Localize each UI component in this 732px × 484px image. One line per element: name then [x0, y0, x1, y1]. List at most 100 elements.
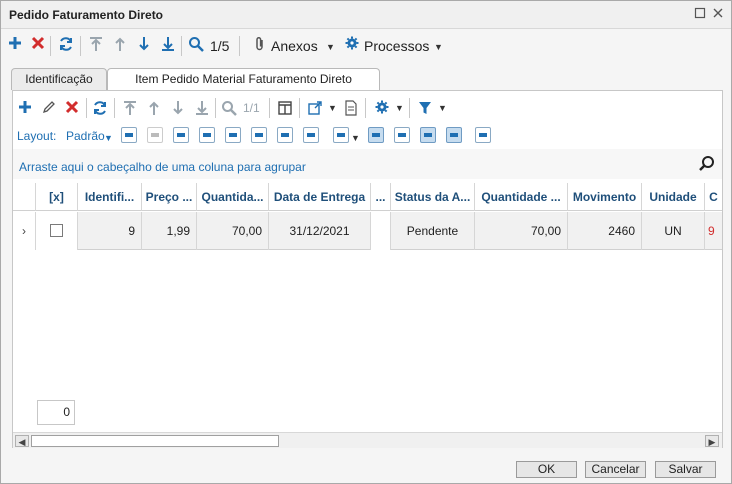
last-record-icon[interactable] — [159, 36, 177, 54]
table-row[interactable]: › 9 1,99 70,00 31/12/2021 Pendente 70,00… — [13, 212, 722, 250]
row-indicator[interactable]: › — [13, 212, 36, 250]
tab-identificacao[interactable]: Identificação — [11, 68, 107, 90]
layout-btn-new[interactable] — [121, 127, 137, 143]
toolbar-separator — [365, 98, 366, 118]
next-record-icon[interactable] — [135, 36, 153, 54]
item-panel: 1/1 ▼ ▼ ▼ Layout: Padrão ▼ ▼ Arraste aqu… — [12, 90, 723, 448]
scroll-right-icon[interactable]: ▶ — [705, 435, 719, 447]
previous-record-icon[interactable] — [146, 100, 162, 116]
ok-button[interactable]: OK — [516, 461, 577, 478]
attachment-icon[interactable] — [251, 36, 269, 54]
processos-menu[interactable]: Processos — [364, 38, 429, 54]
header-extra[interactable]: C — [705, 183, 722, 211]
row-indicator-header — [13, 183, 36, 211]
layout-select[interactable]: Padrão — [66, 129, 105, 143]
toolbar-separator — [409, 98, 410, 118]
grid-search-icon[interactable] — [698, 155, 716, 173]
layout-btn-grid[interactable] — [446, 127, 462, 143]
settings-dropdown-icon[interactable]: ▼ — [395, 103, 404, 113]
cell-status: Pendente — [391, 212, 475, 250]
sub-toolbar: 1/1 ▼ ▼ ▼ — [13, 97, 722, 119]
export-icon[interactable] — [307, 100, 323, 116]
maximize-icon[interactable] — [693, 7, 707, 21]
cell-quantidade-2: 70,00 — [475, 212, 568, 250]
report-icon[interactable] — [343, 100, 359, 116]
delete-icon[interactable] — [29, 36, 47, 54]
header-collapsed[interactable]: ... — [371, 183, 391, 211]
export-dropdown-icon[interactable]: ▼ — [328, 103, 337, 113]
last-record-icon[interactable] — [194, 100, 210, 116]
delete-icon[interactable] — [64, 100, 80, 116]
header-quantidade[interactable]: Quantida... — [197, 183, 269, 211]
layout-btn-import[interactable] — [225, 127, 241, 143]
tab-item-pedido[interactable]: Item Pedido Material Faturamento Direto — [107, 68, 380, 90]
next-record-icon[interactable] — [170, 100, 186, 116]
search-icon[interactable] — [221, 100, 237, 116]
anexos-dropdown-icon[interactable]: ▼ — [326, 42, 335, 52]
refresh-icon[interactable] — [92, 100, 108, 116]
filter-icon[interactable] — [417, 100, 433, 116]
header-status[interactable]: Status da A... — [391, 183, 475, 211]
columns-icon[interactable] — [277, 100, 293, 116]
previous-record-icon[interactable] — [111, 36, 129, 54]
toolbar-separator — [181, 36, 182, 56]
tab-label: Item Pedido Material Faturamento Direto — [135, 72, 352, 86]
layout-btn-chart[interactable] — [333, 127, 349, 143]
close-icon[interactable] — [711, 7, 725, 21]
group-by-bar: Arraste aqui o cabeçalho de uma coluna p… — [13, 149, 722, 179]
cell-data-entrega: 31/12/2021 — [269, 212, 371, 250]
record-count: 0 — [37, 400, 75, 425]
layout-btn-formula[interactable] — [277, 127, 293, 143]
cell-extra: 9 — [708, 224, 715, 238]
row-checkbox[interactable] — [50, 224, 63, 237]
layout-btn-link[interactable] — [303, 127, 319, 143]
first-record-icon[interactable] — [87, 36, 105, 54]
first-record-icon[interactable] — [122, 100, 138, 116]
layout-btn-text[interactable] — [475, 127, 491, 143]
layout-bar: Layout: Padrão ▼ ▼ — [13, 125, 722, 147]
layout-btn-view[interactable] — [368, 127, 384, 143]
layout-btn-saveas[interactable] — [199, 127, 215, 143]
header-movimento[interactable]: Movimento — [568, 183, 642, 211]
record-position: 1/5 — [210, 38, 230, 54]
toolbar-separator — [80, 36, 81, 56]
horizontal-scrollbar[interactable]: ◀ ▶ — [13, 432, 722, 448]
header-select[interactable]: [x] — [36, 183, 78, 211]
processos-gear-icon[interactable] — [343, 36, 361, 54]
layout-btn-config[interactable] — [251, 127, 267, 143]
save-button[interactable]: Salvar — [655, 461, 716, 478]
header-preco[interactable]: Preço ... — [142, 183, 197, 211]
layout-dropdown-icon[interactable]: ▼ — [104, 133, 113, 143]
edit-icon[interactable] — [41, 100, 57, 116]
title-bar: Pedido Faturamento Direto — [1, 1, 731, 29]
layout-btn-preview[interactable] — [420, 127, 436, 143]
settings-gear-icon[interactable] — [374, 100, 390, 116]
header-data-entrega[interactable]: Data de Entrega — [269, 183, 371, 211]
pedido-window: Pedido Faturamento Direto 1/5 Anexos ▼ P… — [0, 0, 732, 484]
cell-quantidade: 70,00 — [197, 212, 269, 250]
header-quantidade-2[interactable]: Quantidade ... — [475, 183, 568, 211]
grid-header: [x] Identifi... Preço ... Quantida... Da… — [13, 183, 722, 211]
cell-collapsed — [371, 212, 391, 250]
add-icon[interactable] — [17, 100, 33, 116]
scroll-left-icon[interactable]: ◀ — [15, 435, 29, 447]
add-icon[interactable] — [6, 36, 24, 54]
layout-btn-save[interactable] — [173, 127, 189, 143]
refresh-icon[interactable] — [57, 36, 75, 54]
search-icon[interactable] — [187, 36, 205, 54]
header-identificador[interactable]: Identifi... — [78, 183, 142, 211]
toolbar-separator — [86, 98, 87, 118]
filter-dropdown-icon[interactable]: ▼ — [438, 103, 447, 113]
layout-btn-rows[interactable] — [394, 127, 410, 143]
toolbar-separator — [114, 98, 115, 118]
processos-dropdown-icon[interactable]: ▼ — [434, 42, 443, 52]
cancel-button[interactable]: Cancelar — [585, 461, 646, 478]
main-toolbar: 1/5 Anexos ▼ Processos ▼ — [1, 31, 731, 61]
scroll-thumb[interactable] — [31, 435, 279, 447]
header-unidade[interactable]: Unidade — [642, 183, 705, 211]
anexos-menu[interactable]: Anexos — [271, 38, 318, 54]
row-select-cell[interactable] — [36, 212, 78, 250]
layout-btn-delete[interactable] — [147, 127, 163, 143]
sub-record-position: 1/1 — [243, 101, 260, 115]
chart-dropdown-icon[interactable]: ▼ — [351, 133, 360, 143]
